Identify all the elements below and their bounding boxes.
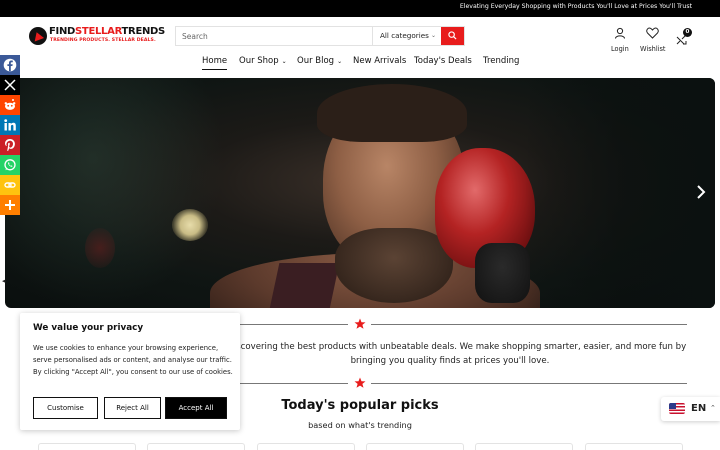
slider-next-arrow-icon[interactable]	[695, 184, 707, 200]
nav-item-trending[interactable]: Trending	[483, 56, 519, 66]
share-whatsapp[interactable]	[0, 155, 20, 175]
whatsapp-icon	[4, 159, 16, 171]
search-button[interactable]	[441, 27, 464, 45]
logo-tagline: TRENDING PRODUCTS. STELLAR DEALS.	[50, 38, 156, 43]
linkedin-icon	[4, 119, 16, 131]
cookie-customise-button[interactable]: Customise	[33, 397, 98, 419]
x-icon	[4, 79, 16, 91]
heart-icon	[646, 27, 659, 39]
nav-item-our-shop[interactable]: Our Shop ⌄	[239, 56, 287, 66]
star-icon	[354, 377, 366, 388]
site-logo[interactable]: FINDSTELLARTRENDS TRENDING PRODUCTS. STE…	[29, 26, 165, 48]
login-label: Login	[611, 45, 629, 53]
product-card[interactable]	[38, 443, 136, 450]
category-select-value: All categories	[380, 31, 429, 40]
divider-right	[371, 383, 687, 384]
compare-link[interactable]: 0	[676, 28, 692, 49]
star-icon	[354, 318, 366, 329]
category-select[interactable]: All categories ⌄	[372, 27, 442, 45]
collapse-arrow-icon[interactable]: ◂	[2, 277, 6, 285]
product-card[interactable]	[366, 443, 464, 450]
product-card[interactable]	[257, 443, 355, 450]
cookie-body: We use cookies to enhance your browsing …	[33, 344, 233, 376]
user-icon	[614, 27, 625, 39]
slider-pagination	[347, 297, 374, 308]
nav-item-new-arrivals[interactable]: New Arrivals	[353, 56, 406, 66]
chevron-down-icon: ⌄	[337, 58, 343, 65]
divider-right	[371, 324, 687, 325]
nav-item-home[interactable]: Home	[202, 56, 228, 70]
search-input[interactable]	[176, 27, 372, 45]
hero-slider[interactable]	[5, 78, 715, 308]
facebook-icon	[3, 58, 17, 72]
logo-wordmark: FINDSTELLARTRENDS	[49, 26, 165, 37]
pinterest-icon	[5, 139, 15, 151]
search-bar: All categories ⌄	[175, 26, 465, 46]
chevron-down-icon: ⌄	[281, 58, 287, 65]
cookie-accept-button[interactable]: Accept All	[165, 397, 227, 419]
share-reddit[interactable]	[0, 95, 20, 115]
divider-left	[228, 383, 348, 384]
copy-link-icon	[4, 182, 16, 188]
language-selector[interactable]: EN ⌃	[661, 397, 720, 421]
wishlist-link[interactable]: Wishlist	[640, 24, 666, 53]
login-link[interactable]: Login	[611, 24, 629, 53]
reddit-icon	[4, 99, 16, 110]
social-share-bar: ◂	[0, 55, 20, 285]
nav-item-our-blog[interactable]: Our Blog ⌄	[297, 56, 342, 66]
share-more[interactable]	[0, 195, 20, 215]
search-icon	[448, 31, 457, 40]
intro-text: for discovering the best products with u…	[213, 342, 687, 366]
announcement-bar: Elevating Everyday Shopping with Product…	[0, 0, 720, 17]
product-card[interactable]	[585, 443, 683, 450]
product-card[interactable]	[475, 443, 573, 450]
share-facebook[interactable]	[0, 55, 20, 75]
language-code: EN	[691, 403, 707, 414]
more-icon	[5, 200, 15, 210]
announcement-text: Elevating Everyday Shopping with Product…	[459, 3, 692, 10]
us-flag-icon	[669, 403, 685, 414]
section-title: Today's popular picks	[281, 398, 439, 413]
share-x[interactable]	[0, 75, 20, 95]
logo-mark-icon	[29, 27, 47, 45]
divider-left	[228, 324, 348, 325]
chevron-up-icon: ⌃	[710, 404, 716, 412]
product-card[interactable]	[147, 443, 245, 450]
share-copy-link[interactable]	[0, 175, 20, 195]
cookie-title: We value your privacy	[33, 323, 144, 333]
section-subtitle: based on what's trending	[308, 420, 412, 430]
share-linkedin[interactable]	[0, 115, 20, 135]
cookie-reject-button[interactable]: Reject All	[104, 397, 161, 419]
bokeh-light	[172, 209, 208, 241]
nav-item-todays-deals[interactable]: Today's Deals	[414, 56, 472, 66]
share-pinterest[interactable]	[0, 135, 20, 155]
cookie-consent-banner: We value your privacy We use cookies to …	[20, 313, 240, 430]
wishlist-label: Wishlist	[640, 45, 666, 53]
chevron-down-icon: ⌄	[430, 32, 436, 39]
compare-count-badge: 0	[683, 28, 692, 37]
